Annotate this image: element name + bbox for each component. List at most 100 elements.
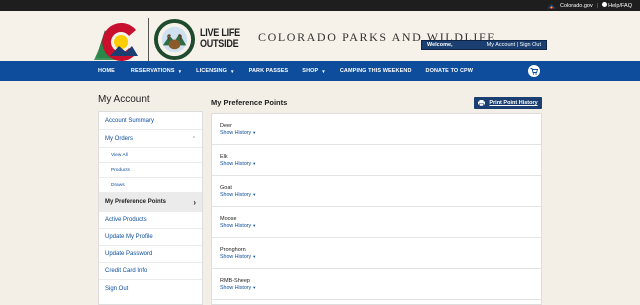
main-nav: HOME RESERVATIONS ▼ LICENSING ▼ PARK PASSE… — [0, 61, 640, 81]
sidebar-item-my-orders[interactable]: My Orders ⌃ — [99, 130, 202, 148]
nav-label: PARK PASSES — [248, 68, 289, 74]
preference-points-list: Deer Show History▼ Elk Show History▼ Goa… — [211, 113, 542, 305]
site-header: LIVE LIFE OUTSIDE COLORADO PARKS AND WIL… — [0, 11, 640, 64]
help-faq-label: Help/FAQ — [608, 3, 632, 9]
welcome-label: Welcome, — [427, 42, 453, 48]
nav-item-donate[interactable]: DONATE TO CPW — [426, 68, 474, 74]
sidebar-item-label: Update Password — [105, 251, 153, 257]
show-history-toggle[interactable]: Show History▼ — [220, 285, 256, 291]
sidebar-item-label: Update My Profile — [105, 234, 153, 240]
sidebar-item-active-products[interactable]: Active Products — [99, 212, 202, 229]
list-item: Moose Show History▼ — [212, 207, 541, 238]
list-item: Pronghorn Show History▼ — [212, 238, 541, 269]
show-history-label: Show History — [220, 254, 252, 260]
chevron-down-icon: ▼ — [252, 130, 257, 135]
sidebar-item-label: Credit Card Info — [105, 268, 148, 274]
utility-links: Colorado.gov | Help/FAQ — [547, 1, 632, 10]
print-button-label: Print Point History — [489, 100, 538, 106]
show-history-label: Show History — [220, 192, 252, 198]
species-name: Goat — [220, 185, 232, 191]
section-title: My Preference Points — [211, 98, 288, 107]
chevron-down-icon: ▼ — [321, 68, 326, 74]
nav-label: LICENSING — [196, 68, 228, 74]
sidebar-subitem-view-all[interactable]: View All — [99, 148, 202, 163]
welcome-bar: Welcome, My Account | Sign Out — [421, 40, 547, 50]
sidebar-item-update-my-profile[interactable]: Update My Profile — [99, 229, 202, 246]
nav-item-shop[interactable]: SHOP ▼ — [302, 68, 326, 74]
help-faq-link[interactable]: Help/FAQ — [602, 2, 632, 9]
account-links[interactable]: My Account | Sign Out — [487, 42, 541, 48]
nav-label: DONATE TO CPW — [425, 68, 474, 74]
list-item: Goat Show History▼ — [212, 176, 541, 207]
list-item: RMB-Sheep Show History▼ — [212, 269, 541, 300]
help-icon — [602, 2, 608, 7]
nav-item-home[interactable]: HOME — [98, 68, 115, 74]
chevron-down-icon: ▼ — [252, 161, 257, 166]
colorado-gov-link[interactable]: Colorado.gov — [560, 3, 593, 9]
print-point-history-button[interactable]: Print Point History — [474, 97, 542, 109]
printer-icon — [478, 100, 486, 106]
sidebar-item-account-summary[interactable]: Account Summary — [99, 112, 202, 130]
show-history-label: Show History — [220, 161, 252, 167]
show-history-label: Show History — [220, 285, 252, 291]
tagline: LIVE LIFE OUTSIDE — [200, 28, 240, 49]
chevron-right-icon: › — [193, 197, 196, 207]
tagline-line-1: LIVE LIFE — [200, 27, 240, 39]
sidebar-item-label: Active Products — [105, 217, 147, 223]
species-name: RMB-Sheep — [220, 278, 250, 284]
utility-separator: | — [596, 2, 599, 9]
nav-label: SHOP — [302, 68, 319, 74]
chevron-down-icon: ▼ — [177, 68, 183, 74]
nav-list: HOME RESERVATIONS ▼ LICENSING ▼ PARK PASSE… — [98, 61, 473, 81]
nav-label: RESERVATIONS — [130, 68, 175, 74]
account-sidebar: Account Summary My Orders ⌃ View All Prod… — [98, 111, 203, 305]
list-item: Elk Show History▼ — [212, 145, 541, 176]
show-history-toggle[interactable]: Show History▼ — [220, 223, 256, 229]
colorado-flag-icon — [547, 3, 556, 8]
species-name: Pronghorn — [220, 247, 246, 253]
utility-bar: Colorado.gov | Help/FAQ — [0, 0, 640, 11]
sidebar-item-sign-out[interactable]: Sign Out — [99, 280, 202, 297]
logo-divider — [148, 18, 149, 62]
shopping-cart-icon — [530, 67, 538, 75]
species-name: Moose — [220, 216, 237, 222]
sidebar-item-label: Account Summary — [105, 117, 155, 124]
sidebar-item-label: Draws — [111, 182, 125, 188]
nav-label: HOME — [98, 68, 115, 74]
sidebar-item-label: My Orders — [105, 135, 134, 142]
nav-item-reservations[interactable]: RESERVATIONS ▼ — [131, 68, 182, 74]
chevron-down-icon: ▼ — [252, 285, 257, 290]
nav-item-camping-this-weekend[interactable]: CAMPING THIS WEEKEND — [340, 68, 412, 74]
cart-button[interactable] — [528, 65, 540, 77]
nav-label: CAMPING THIS WEEKEND — [339, 68, 412, 74]
chevron-down-icon: ▼ — [230, 68, 235, 74]
show-history-label: Show History — [220, 223, 252, 229]
sidebar-subitem-products[interactable]: Products — [99, 163, 202, 178]
cpw-seal-icon[interactable] — [153, 18, 196, 61]
show-history-toggle[interactable]: Show History▼ — [220, 130, 256, 136]
sidebar-item-label: Sign Out — [105, 285, 129, 292]
show-history-toggle[interactable]: Show History▼ — [220, 192, 256, 198]
list-item: Deer Show History▼ — [212, 114, 541, 145]
show-history-label: Show History — [220, 130, 252, 136]
tagline-line-2: OUTSIDE — [200, 37, 239, 50]
sidebar-item-my-preference-points[interactable]: My Preference Points › — [99, 193, 202, 212]
chevron-down-icon: ▼ — [252, 192, 257, 197]
sidebar-item-label: My Preference Points — [105, 199, 167, 205]
chevron-down-icon: ▼ — [252, 254, 257, 259]
species-name: Elk — [220, 154, 228, 160]
sidebar-item-label: Products — [111, 167, 130, 173]
sidebar-item-update-password[interactable]: Update Password — [99, 246, 202, 263]
show-history-toggle[interactable]: Show History▼ — [220, 161, 256, 167]
sidebar-item-label: View All — [111, 152, 128, 158]
sidebar-item-credit-card-info[interactable]: Credit Card Info — [99, 263, 202, 280]
colorado-c-logo-icon[interactable] — [92, 16, 142, 64]
sidebar-subitem-draws[interactable]: Draws — [99, 178, 202, 193]
chevron-down-icon: ▼ — [252, 223, 257, 228]
nav-item-licensing[interactable]: LICENSING ▼ — [196, 68, 234, 74]
nav-item-park-passes[interactable]: PARK PASSES — [249, 68, 289, 74]
chevron-up-icon[interactable]: ⌃ — [192, 136, 196, 142]
species-name: Deer — [220, 123, 232, 129]
show-history-toggle[interactable]: Show History▼ — [220, 254, 256, 260]
page-title: My Account — [98, 94, 150, 105]
